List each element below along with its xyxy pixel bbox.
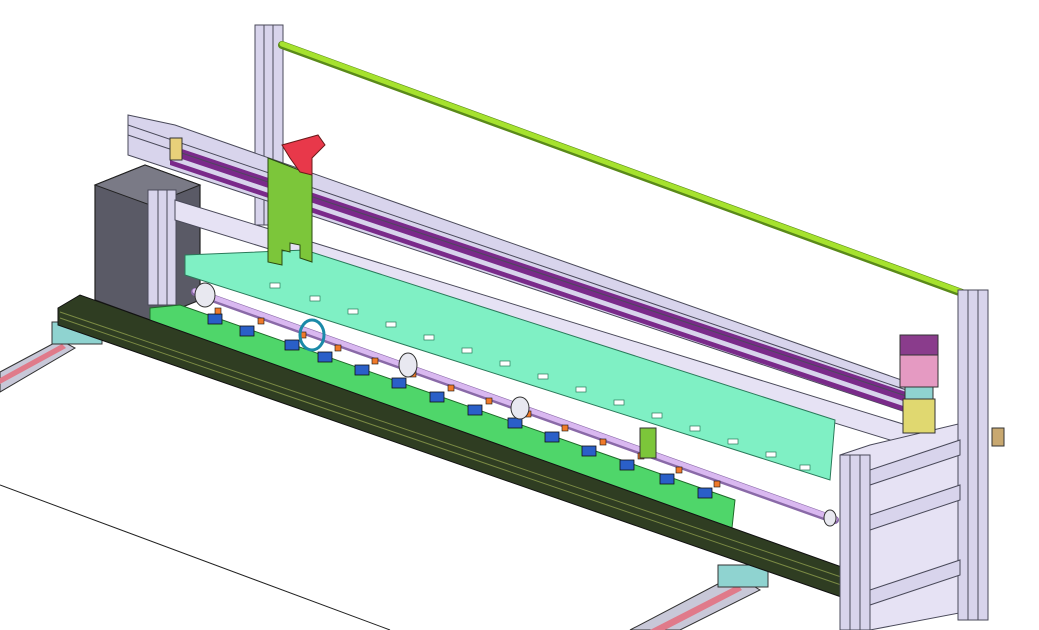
right-side-track xyxy=(629,564,769,630)
left-post xyxy=(147,189,177,306)
floor-edge-line xyxy=(0,484,391,630)
stepper-motor-icon xyxy=(899,334,939,434)
cad-viewport xyxy=(0,0,1039,630)
machine-assembly-drawing xyxy=(0,24,1005,630)
